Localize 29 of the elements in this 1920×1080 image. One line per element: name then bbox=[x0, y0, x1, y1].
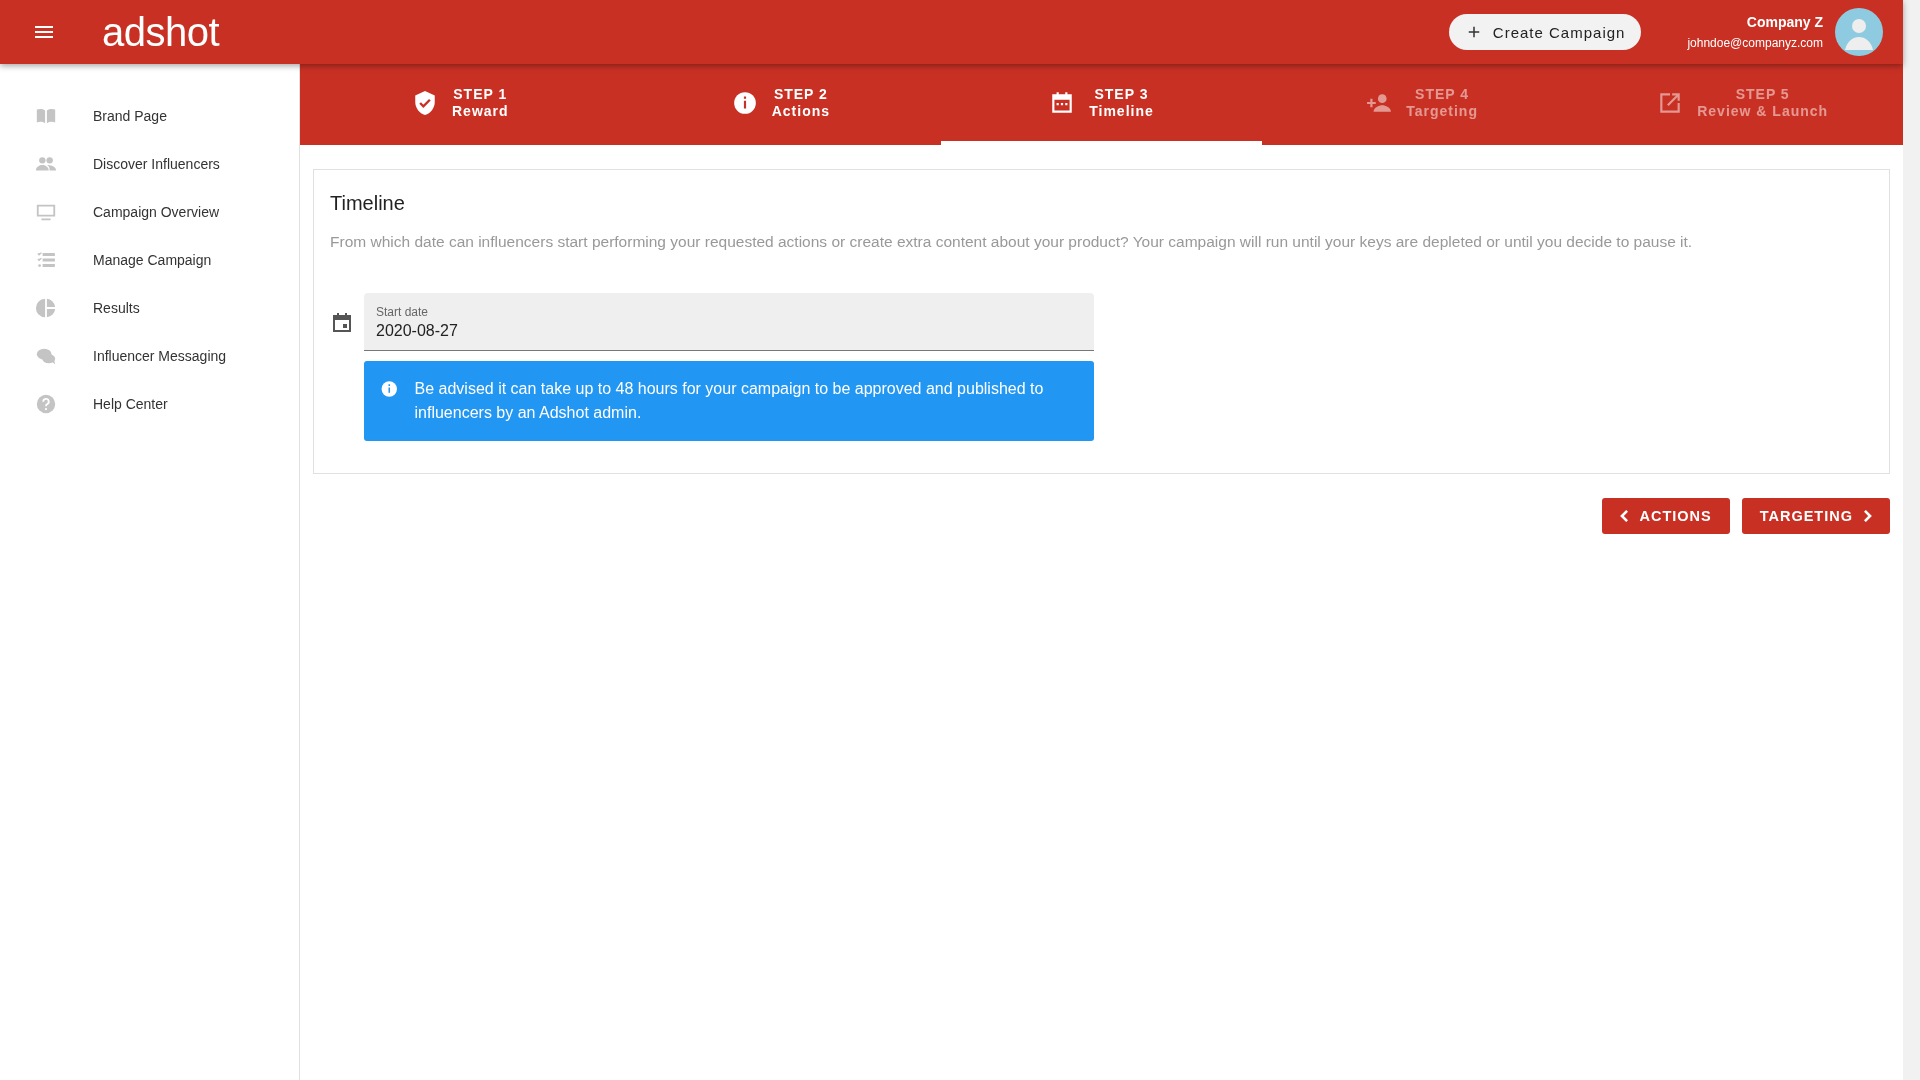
chevron-right-icon bbox=[1863, 510, 1872, 522]
calendar-icon bbox=[330, 311, 354, 335]
card-title: Timeline bbox=[330, 192, 406, 215]
avatar-icon[interactable] bbox=[1835, 8, 1883, 56]
sidebar-item[interactable]: Discover Influencers bbox=[0, 140, 299, 188]
sidebar-item[interactable]: Influencer Messaging bbox=[0, 332, 299, 380]
step-tab[interactable]: STEP 1 Reward bbox=[300, 64, 621, 145]
back-button[interactable]: ACTIONS bbox=[1602, 498, 1730, 534]
alert-text: Be advised it can take up to 48 hours for your campaign to be approved and published to influencers by an Adshot admin. bbox=[414, 379, 1045, 423]
sidebar-item[interactable]: Help Center bbox=[0, 380, 299, 428]
next-button[interactable]: TARGETING bbox=[1741, 498, 1890, 534]
sidebar-item[interactable]: Results bbox=[0, 284, 299, 332]
sidebar-item[interactable]: Manage Campaign bbox=[0, 236, 299, 284]
pie-chart-icon bbox=[35, 297, 57, 319]
step-tab[interactable]: STEP 2 Actions bbox=[620, 64, 942, 145]
card-description: From which date can influencers start performing your requested actions or create extra content about your product? Your campaign will run until your keys are depleted or until you decide to pause it. bbox=[330, 233, 1694, 251]
user-email: johndoe@companyz.com bbox=[1687, 36, 1823, 50]
sidebar-item[interactable]: Brand Page bbox=[0, 92, 299, 140]
info-icon bbox=[731, 89, 758, 116]
create-campaign-button[interactable]: Create Campaign bbox=[1448, 14, 1642, 50]
company-name: Company Z bbox=[1746, 14, 1823, 30]
sidebar-item[interactable]: Campaign Overview bbox=[0, 188, 299, 236]
start-date-field[interactable]: Start date 2020-08-27 bbox=[364, 293, 1094, 351]
chevron-left-icon bbox=[1620, 510, 1630, 522]
shield-check-icon bbox=[412, 89, 438, 116]
scrollbar[interactable] bbox=[1903, 0, 1920, 1080]
help-icon bbox=[35, 393, 57, 415]
logo[interactable]: adshot bbox=[102, 9, 220, 55]
step-tab[interactable]: STEP 3 Timeline bbox=[941, 64, 1262, 145]
